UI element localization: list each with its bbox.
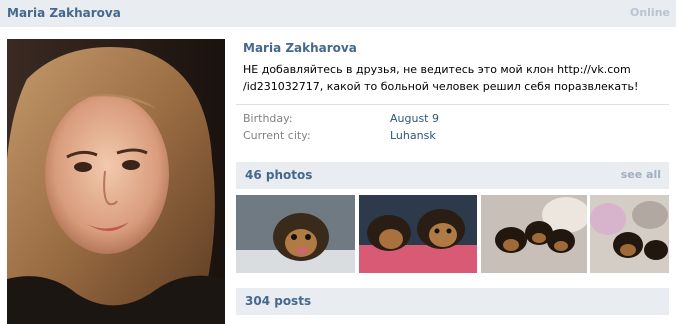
city-value[interactable]: Luhansk: [390, 129, 436, 142]
photo-thumb[interactable]: [359, 195, 477, 273]
online-status: Online: [629, 6, 670, 19]
photos-bar[interactable]: 46 photos see all: [236, 162, 669, 189]
photo-thumbnails: [236, 195, 669, 273]
status-line-1: НЕ добавляйтесь в друзья, не ведитесь эт…: [243, 63, 631, 76]
profile-name: Maria Zakharova: [243, 41, 357, 55]
status-line-2: /id231032717, какой то больной человек р…: [243, 80, 639, 93]
photo-thumb[interactable]: [236, 195, 355, 273]
posts-bar[interactable]: 304 posts: [236, 288, 669, 315]
profile-header-bar: Maria Zakharova Online: [0, 0, 676, 27]
profile-status-text[interactable]: НЕ добавляйтесь в друзья, не ведитесь эт…: [243, 61, 653, 95]
city-label: Current city:: [243, 129, 311, 142]
photo-thumb[interactable]: [481, 195, 587, 273]
info-divider: [236, 104, 669, 105]
photo-thumb[interactable]: [590, 195, 669, 273]
profile-avatar-photo[interactable]: [7, 39, 225, 324]
see-all-link[interactable]: see all: [621, 168, 661, 181]
birthday-label: Birthday:: [243, 112, 293, 125]
posts-count[interactable]: 304 posts: [245, 294, 311, 308]
header-user-name[interactable]: Maria Zakharova: [7, 6, 121, 20]
photos-count[interactable]: 46 photos: [245, 168, 312, 182]
birthday-value[interactable]: August 9: [390, 112, 439, 125]
